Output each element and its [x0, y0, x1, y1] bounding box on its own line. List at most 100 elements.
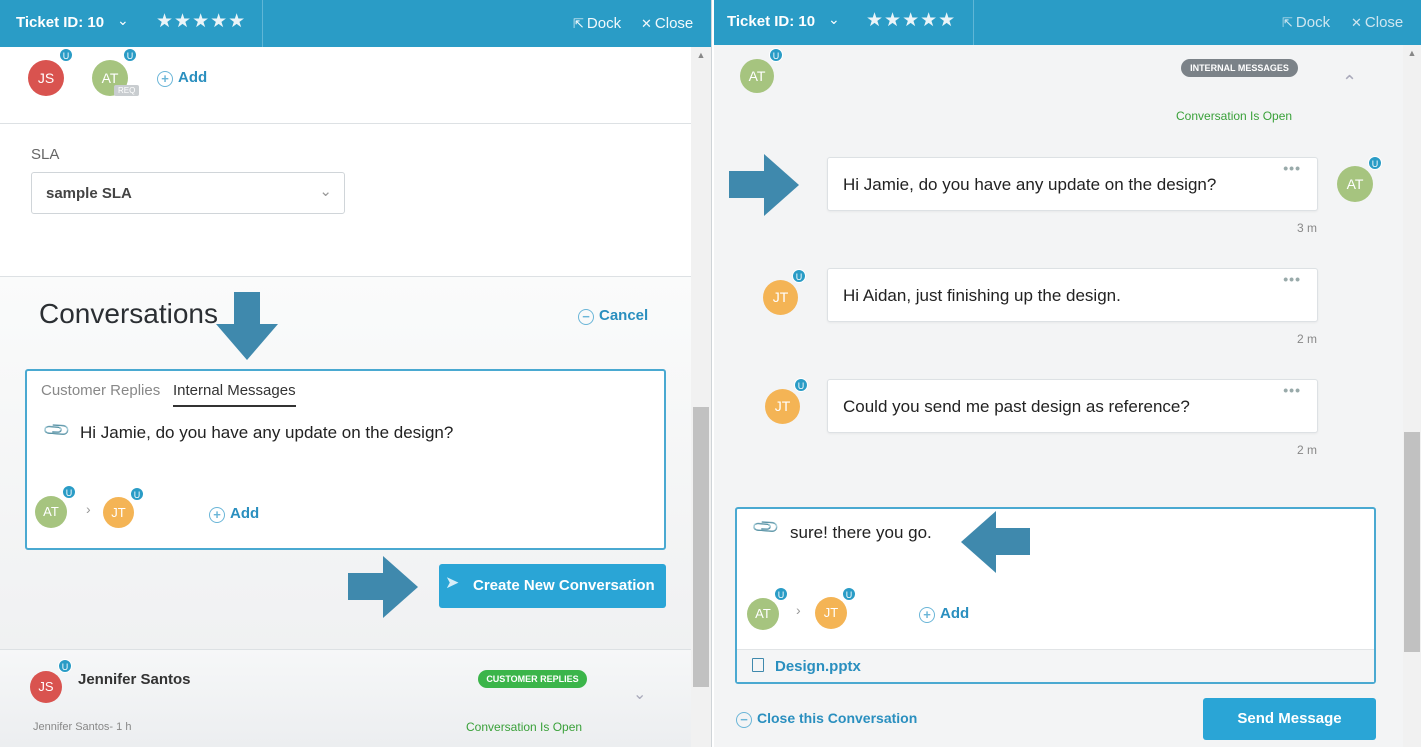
message-text: Could you send me past design as referen…	[843, 397, 1190, 416]
close-icon: ✕	[1351, 15, 1362, 30]
chevron-down-icon[interactable]: ⌄	[117, 12, 129, 29]
paperclip-icon[interactable]: 📎	[42, 415, 73, 446]
close-icon: ✕	[641, 16, 652, 31]
scrollbar[interactable]: ▲	[1403, 45, 1421, 747]
chevron-right-icon: ›	[796, 602, 801, 618]
ticket-header: Ticket ID: 10 ⌄ ★★★★★ ⇱ Dock ✕ Close	[0, 0, 711, 47]
user-badge: U	[62, 485, 76, 499]
chevron-down-icon[interactable]: ⌄	[828, 11, 840, 28]
add-recipient-button[interactable]: + Add	[209, 505, 259, 523]
user-badge: U	[58, 659, 72, 673]
message-composer: Customer Replies Internal Messages 📎 Hi …	[25, 369, 666, 550]
message-bubble: Could you send me past design as referen…	[827, 379, 1318, 433]
left-ticket-panel: Ticket ID: 10 ⌄ ★★★★★ ⇱ Dock ✕ Close JS U …	[0, 0, 712, 747]
user-badge: U	[774, 587, 788, 601]
divider	[0, 123, 692, 124]
avatar: JS	[30, 671, 62, 703]
ticket-header: Ticket ID: 10 ⌄ ★★★★★ ⇱ Dock ✕ Close	[714, 0, 1421, 45]
message-text: Hi Jamie, do you have any update on the …	[843, 175, 1217, 194]
sla-label: SLA	[31, 146, 60, 163]
file-icon	[752, 658, 764, 672]
dock-button[interactable]: ⇱ Dock	[1282, 14, 1330, 31]
paper-plane-icon: ➤	[445, 573, 460, 592]
avatar[interactable]: JS	[28, 60, 64, 96]
ticket-id-label[interactable]: Ticket ID: 10	[727, 13, 815, 30]
status-badge: CUSTOMER REPLIES	[478, 670, 587, 688]
user-badge: U	[842, 587, 856, 601]
user-badge: U	[769, 48, 783, 62]
message-bubble: Hi Aidan, just finishing up the design. …	[827, 268, 1318, 322]
conversation-meta: Jennifer Santos- 1 h	[33, 721, 132, 733]
avatar[interactable]: JT	[103, 497, 134, 528]
message-time: 2 m	[1297, 332, 1318, 346]
sla-select[interactable]: sample SLA ⌄	[31, 172, 345, 214]
ticket-id-label[interactable]: Ticket ID: 10	[16, 14, 104, 31]
dock-button[interactable]: ⇱ Dock	[573, 15, 621, 32]
add-participant-button[interactable]: + Add	[157, 69, 207, 87]
conversation-list-item[interactable]: JS U Jennifer Santos CUSTOMER REPLIES ⌄ …	[0, 649, 692, 747]
user-badge: U	[123, 48, 137, 62]
scrollbar[interactable]: ▲	[691, 47, 711, 747]
paperclip-icon[interactable]: 📎	[751, 512, 782, 543]
conversation-status: Conversation Is Open	[466, 720, 583, 734]
conversation-status: Conversation Is Open	[1176, 109, 1293, 123]
minus-circle-icon: −	[736, 712, 752, 728]
user-badge: U	[794, 378, 808, 392]
dock-icon: ⇱	[1282, 15, 1293, 30]
right-ticket-panel: Ticket ID: 10 ⌄ ★★★★★ ⇱ Dock ✕ Close AT U …	[714, 0, 1421, 747]
reply-input[interactable]: sure! there you go.	[790, 523, 932, 543]
avatar[interactable]: AT	[740, 59, 774, 93]
message-time: 3 m	[1297, 221, 1318, 235]
user-badge: U	[130, 487, 144, 501]
create-new-conversation-button[interactable]: ➤ Create New Conversation	[439, 564, 666, 608]
plus-circle-icon: +	[209, 507, 225, 523]
message-time: 2 m	[1297, 443, 1318, 457]
header-divider	[973, 0, 974, 45]
requester-tag: REQ	[114, 85, 140, 96]
more-options-icon[interactable]: •••	[1283, 160, 1301, 176]
close-button[interactable]: ✕ Close	[641, 15, 693, 32]
tab-internal-messages[interactable]: Internal Messages	[173, 382, 296, 407]
dock-icon: ⇱	[573, 16, 584, 31]
rating-stars[interactable]: ★★★★★	[156, 10, 246, 33]
reply-composer: 📎 sure! there you go. AT U › JT U + Add D…	[735, 507, 1376, 684]
minus-circle-icon: −	[578, 309, 594, 325]
chevron-down-icon[interactable]: ⌄	[633, 684, 646, 704]
user-badge: U	[1368, 156, 1382, 170]
more-options-icon[interactable]: •••	[1283, 382, 1301, 398]
chevron-right-icon: ›	[86, 501, 91, 517]
avatar[interactable]: JT	[763, 280, 798, 315]
status-badge: INTERNAL MESSAGES	[1181, 59, 1298, 77]
close-button[interactable]: ✕ Close	[1351, 14, 1403, 31]
cancel-button[interactable]: − Cancel	[578, 307, 648, 325]
attachment-bar: Design.pptx	[737, 649, 1374, 682]
user-badge: U	[59, 48, 73, 62]
add-recipient-button[interactable]: + Add	[919, 605, 969, 623]
chevron-down-icon: ⌄	[319, 183, 332, 200]
close-conversation-button[interactable]: − Close this Conversation	[736, 710, 917, 728]
avatar[interactable]: JT	[765, 389, 800, 424]
avatar[interactable]: AT	[35, 496, 67, 528]
tab-customer-replies[interactable]: Customer Replies	[41, 382, 160, 399]
avatar[interactable]: AT	[747, 598, 779, 630]
message-bubble: Hi Jamie, do you have any update on the …	[827, 157, 1318, 211]
header-divider	[262, 0, 263, 47]
scrollbar-thumb[interactable]	[1404, 432, 1420, 652]
chevron-up-icon[interactable]: ⌃	[1342, 72, 1357, 93]
avatar[interactable]: JT	[815, 597, 847, 629]
sla-selected-value: sample SLA	[46, 185, 132, 202]
scroll-up-icon[interactable]: ▲	[691, 50, 711, 60]
send-message-button[interactable]: Send Message	[1203, 698, 1376, 740]
user-badge: U	[792, 269, 806, 283]
scroll-up-icon[interactable]: ▲	[1403, 48, 1421, 58]
conversations-title: Conversations	[39, 298, 218, 329]
scrollbar-thumb[interactable]	[693, 407, 709, 687]
more-options-icon[interactable]: •••	[1283, 271, 1301, 287]
avatar[interactable]: AT	[1337, 166, 1373, 202]
message-text: Hi Aidan, just finishing up the design.	[843, 286, 1121, 305]
plus-circle-icon: +	[157, 71, 173, 87]
message-input[interactable]: Hi Jamie, do you have any update on the …	[80, 423, 453, 443]
attachment-link[interactable]: Design.pptx	[775, 658, 861, 675]
conversation-name: Jennifer Santos	[78, 671, 191, 688]
rating-stars[interactable]: ★★★★★	[866, 9, 956, 32]
